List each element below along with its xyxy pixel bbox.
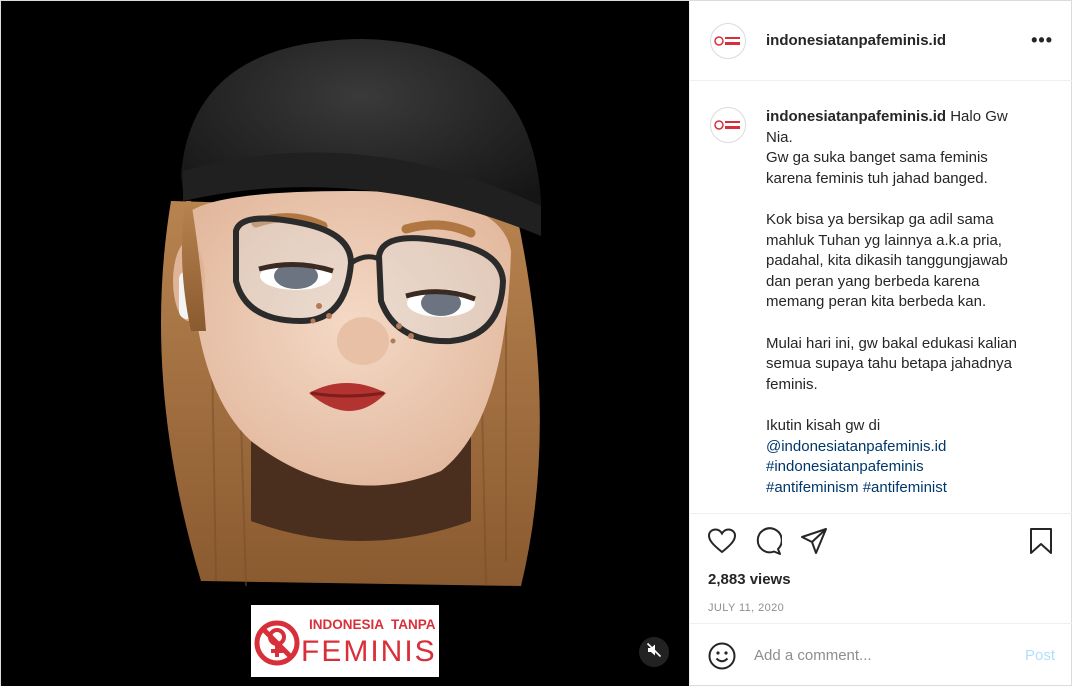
mention-link[interactable]: @indonesiatanpafeminis.id [766, 438, 946, 455]
memoji-avatar-image [161, 39, 541, 587]
hashtag-link[interactable]: #antifeminist [863, 479, 947, 496]
caption-line: Ikutin kisah gw di [766, 416, 881, 434]
caption-line: feminis. [766, 375, 818, 393]
brand-logo-icon [714, 35, 740, 46]
post-comment-button[interactable]: Post [1025, 647, 1055, 664]
caption-line: karena feminis tuh jahad banged. [766, 169, 988, 187]
post-date[interactable]: JULY 11, 2020 [690, 593, 1072, 623]
hashtag-link[interactable]: #indonesiatanpafeminis [766, 458, 924, 475]
svg-text:TANPA: TANPA [391, 617, 436, 632]
caption-text: indonesiatanpafeminis.id Halo Gw Nia. Gw… [766, 107, 1053, 498]
caption-line: dan peran yang berbeda karena [766, 272, 980, 290]
caption-line: Gw ga suka banget sama feminis [766, 149, 988, 167]
brand-logo-icon [714, 120, 740, 130]
hashtag-link[interactable]: #antifeminism [766, 479, 859, 496]
indonesia-tanpa-feminis-logo: INDONESIA TANPA FEMINIS [251, 605, 439, 677]
paper-plane-icon[interactable] [800, 527, 828, 555]
caption-line: memang peran kita berbeda kan. [766, 293, 987, 311]
more-options-icon[interactable]: ••• [1031, 30, 1053, 51]
bookmark-icon[interactable] [1027, 527, 1055, 555]
post-header: indonesiatanpafeminis.id ••• [690, 1, 1072, 81]
post-side-panel: indonesiatanpafeminis.id ••• indonesiata… [689, 1, 1072, 686]
caption-line: Nia. [766, 128, 793, 146]
caption-author-avatar[interactable] [710, 107, 746, 143]
caption-line: mahluk Tuhan yg lainnya a.k.a pria, [766, 231, 1002, 249]
view-count[interactable]: 2,883 views [690, 567, 1072, 593]
caption-line: Kok bisa ya bersikap ga adil sama [766, 210, 994, 228]
smiley-icon[interactable] [708, 642, 736, 670]
mute-toggle-button[interactable] [639, 637, 669, 667]
caption-line: semua supaya tahu betapa jahadnya [766, 355, 1013, 373]
speaker-muted-icon [646, 642, 662, 663]
comment-bar: Post [690, 623, 1072, 686]
svg-text:FEMINIS: FEMINIS [301, 635, 437, 668]
post-video[interactable]: INDONESIA TANPA FEMINIS [1, 1, 689, 686]
caption-username[interactable]: indonesiatanpafeminis.id [766, 108, 946, 125]
comment-bubble-icon[interactable] [754, 526, 782, 555]
instagram-post: INDONESIA TANPA FEMINIS indonesiatanpafe… [0, 0, 1072, 686]
author-avatar[interactable] [710, 22, 746, 59]
author-username[interactable]: indonesiatanpafeminis.id [766, 32, 946, 49]
post-actions-bar [690, 513, 1072, 567]
heart-icon[interactable] [708, 527, 736, 555]
comment-input[interactable] [754, 647, 1025, 664]
caption-section: indonesiatanpafeminis.id Halo Gw Nia. Gw… [690, 81, 1072, 513]
caption-line: Mulai hari ini, gw bakal edukasi kalian [766, 334, 1017, 352]
caption-line: padahal, kita dikasih tanggungjawab [766, 252, 1008, 270]
svg-text:INDONESIA: INDONESIA [309, 617, 384, 632]
caption-line: Halo Gw [950, 108, 1008, 125]
